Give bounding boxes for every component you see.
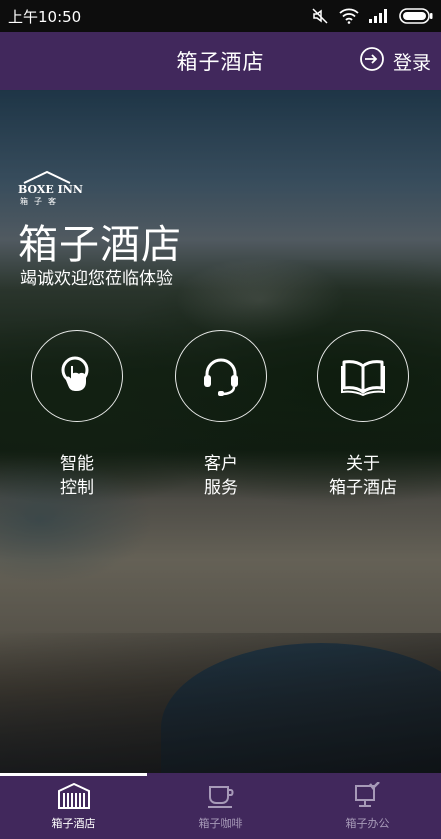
wifi-icon <box>339 8 359 24</box>
about-hotel-label-line1: 关于 <box>346 454 380 474</box>
customer-service-label-line2: 服务 <box>204 478 238 498</box>
login-button[interactable]: 登录 <box>359 32 431 90</box>
logo-text: BOXE INN <box>18 183 83 196</box>
nav-tab-coffee-label: 箱子咖啡 <box>198 817 243 830</box>
status-icons <box>311 8 433 24</box>
nav-tab-hotel[interactable]: 箱子酒店 <box>0 773 147 839</box>
welcome-text: 竭诚欢迎您莅临体验 <box>20 269 173 289</box>
nav-tab-coffee[interactable]: 箱子咖啡 <box>147 773 294 839</box>
nav-tab-hotel-label: 箱子酒店 <box>51 817 96 830</box>
logo-subtext: 箱子客 <box>20 197 62 206</box>
mute-icon <box>311 8 329 24</box>
logo-roof-icon <box>23 170 71 184</box>
smart-control-label-line1: 智能 <box>60 454 94 474</box>
status-time: 上午10:50 <box>8 7 82 26</box>
app-bar: 箱子酒店 登录 <box>0 32 441 90</box>
smart-control-label-line2: 控制 <box>60 478 94 498</box>
login-arrow-icon <box>359 46 385 77</box>
hotel-name: 箱子酒店 <box>18 222 182 268</box>
battery-icon <box>399 8 433 24</box>
customer-service-label-line1: 客户 <box>204 454 238 474</box>
brand-logo: BOXE INN 箱子客 <box>18 170 83 208</box>
coffee-cup-icon <box>206 781 236 811</box>
nav-tab-office-label: 箱子办公 <box>345 817 390 830</box>
office-computer-icon <box>353 781 383 811</box>
status-bar: 上午10:50 <box>0 0 441 32</box>
bottom-nav: 箱子酒店 箱子咖啡 箱子办公 <box>0 773 441 839</box>
nav-tab-office[interactable]: 箱子办公 <box>294 773 441 839</box>
signal-icon <box>369 9 389 23</box>
about-hotel-label-line2: 箱子酒店 <box>329 478 397 498</box>
smart-control-button[interactable]: 智能 控制 <box>27 330 127 500</box>
about-hotel-circle <box>317 330 409 422</box>
customer-service-circle <box>175 330 267 422</box>
customer-service-button[interactable]: 客户 服务 <box>171 330 271 500</box>
headset-icon <box>204 358 238 396</box>
book-icon <box>341 360 385 396</box>
touch-control-icon <box>61 356 89 391</box>
about-hotel-button[interactable]: 关于 箱子酒店 <box>313 330 413 500</box>
smart-control-circle <box>31 330 123 422</box>
hotel-building-icon <box>57 781 91 811</box>
login-label: 登录 <box>392 51 431 74</box>
app-title: 箱子酒店 <box>176 50 265 74</box>
